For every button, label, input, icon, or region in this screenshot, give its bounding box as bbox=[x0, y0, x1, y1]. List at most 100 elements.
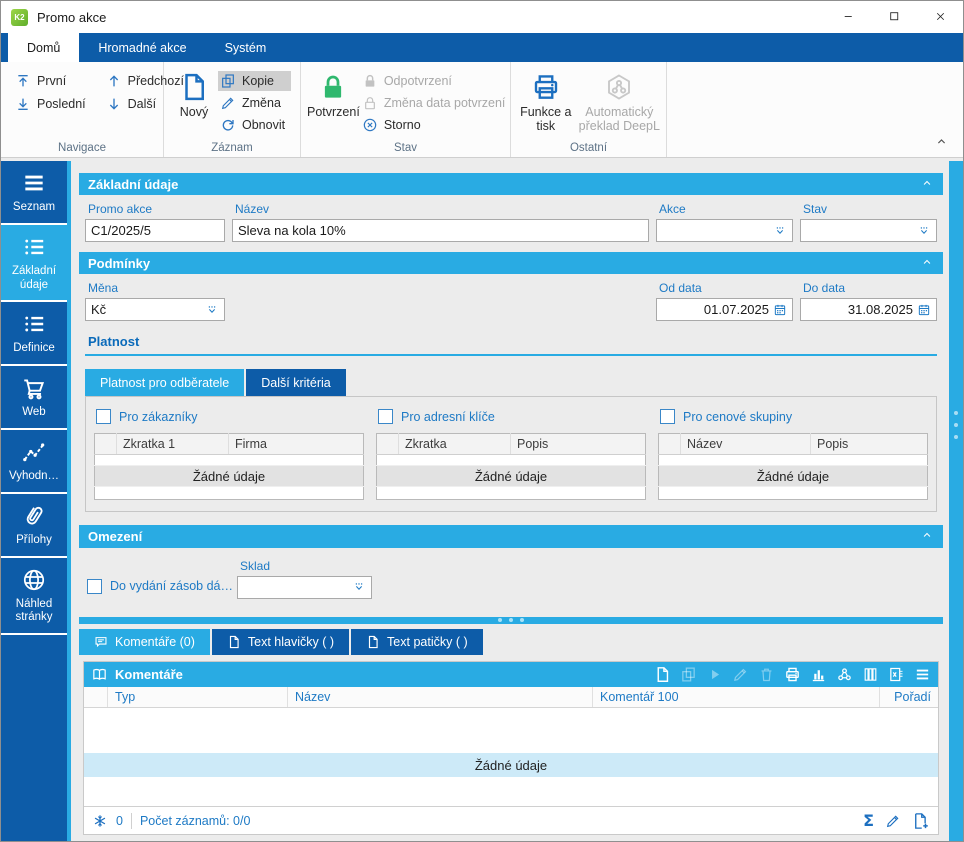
ribbon-tab-system[interactable]: Systém bbox=[206, 33, 286, 62]
tab-dalsi-kriteria[interactable]: Další kritéria bbox=[246, 369, 345, 396]
section-header-podminky[interactable]: Podmínky bbox=[79, 252, 943, 274]
excel-export-icon[interactable] bbox=[888, 666, 905, 683]
close-button[interactable] bbox=[917, 1, 963, 32]
sidebar-item-seznam[interactable]: Seznam bbox=[1, 161, 67, 225]
group-label-ostatni: Ostatní bbox=[511, 142, 666, 154]
tab-label: Text patičky ( ) bbox=[387, 635, 468, 649]
horizontal-splitter[interactable] bbox=[79, 617, 943, 624]
column-header[interactable]: Popis bbox=[511, 434, 646, 455]
empty-row bbox=[95, 487, 364, 500]
tab-komentare[interactable]: Komentáře (0) bbox=[79, 629, 210, 655]
relations-icon[interactable] bbox=[836, 666, 853, 683]
section-collapse-icon[interactable] bbox=[920, 528, 934, 545]
column-header[interactable]: Název bbox=[681, 434, 811, 455]
ribbon-tab-hromadne-akce[interactable]: Hromadné akce bbox=[79, 33, 205, 62]
column-header-typ[interactable]: Typ bbox=[108, 687, 288, 707]
maximize-button[interactable] bbox=[871, 1, 917, 32]
stav-dropdown[interactable] bbox=[800, 219, 937, 242]
column-header-komentar[interactable]: Komentář 100 bbox=[593, 687, 880, 707]
pro-cenove-skupiny-checkbox[interactable] bbox=[660, 409, 675, 424]
first-record-button[interactable]: První bbox=[13, 71, 92, 91]
tab-platnost-pro-odberatele[interactable]: Platnost pro odběratele bbox=[85, 369, 244, 396]
bottom-tab-bar: Komentáře (0) Text hlavičky ( ) Text pat… bbox=[79, 629, 943, 655]
vertical-scrollbar[interactable] bbox=[949, 161, 963, 841]
criteria-group-adresni-klice: Pro adresní klíče ZkratkaPopis Žádné úda… bbox=[376, 406, 646, 500]
row-selector-header bbox=[659, 434, 681, 455]
zakaznici-table[interactable]: Zkratka 1Firma Žádné údaje bbox=[94, 433, 364, 500]
run-icon bbox=[706, 666, 723, 683]
new-page-icon bbox=[179, 72, 209, 102]
ribbon-collapse-button[interactable] bbox=[934, 134, 949, 152]
tab-text-paticky[interactable]: Text patičky ( ) bbox=[351, 629, 483, 655]
calendar-icon[interactable] bbox=[773, 303, 787, 317]
functions-print-button[interactable]: Funkce a tisk bbox=[517, 67, 575, 137]
columns-icon[interactable] bbox=[862, 666, 879, 683]
tab-label: Platnost pro odběratele bbox=[100, 376, 229, 390]
snowflake-icon[interactable] bbox=[92, 813, 108, 829]
cancel-circle-icon bbox=[362, 117, 378, 133]
ribbon-tab-label: Systém bbox=[225, 41, 267, 55]
sidebar-item-vyhodnoceni[interactable]: Vyhodn… bbox=[1, 430, 67, 494]
chart-icon[interactable] bbox=[810, 666, 827, 683]
dropdown-icon[interactable] bbox=[352, 580, 366, 594]
print-icon[interactable] bbox=[784, 666, 801, 683]
section-collapse-icon[interactable] bbox=[920, 255, 934, 272]
sidebar-item-prilohy[interactable]: Přílohy bbox=[1, 494, 67, 558]
od-data-input[interactable]: 01.07.2025 bbox=[656, 298, 793, 321]
sidebar-item-definice[interactable]: Definice bbox=[1, 302, 67, 366]
sidebar-item-nahled-stranky[interactable]: Náhled stránky bbox=[1, 558, 67, 636]
group-label-navigace: Navigace bbox=[1, 142, 163, 154]
section-header-omezeni[interactable]: Omezení bbox=[79, 525, 943, 547]
page-icon bbox=[227, 635, 241, 649]
add-page-icon[interactable] bbox=[912, 812, 930, 830]
section-header-zakladni-udaje[interactable]: Základní údaje bbox=[79, 173, 943, 195]
maximize-icon bbox=[888, 10, 901, 23]
grid-menu-icon[interactable] bbox=[914, 666, 931, 683]
tab-text-hlavicky[interactable]: Text hlavičky ( ) bbox=[212, 629, 349, 655]
grid-body[interactable]: Žádné údaje bbox=[84, 708, 938, 806]
lock-filled-icon bbox=[362, 73, 378, 89]
minimize-button[interactable] bbox=[825, 1, 871, 32]
sklad-label: Sklad bbox=[240, 559, 372, 573]
column-header[interactable]: Popis bbox=[811, 434, 928, 455]
sidebar-item-web[interactable]: Web bbox=[1, 366, 67, 430]
promo-akce-input[interactable]: C1/2025/5 bbox=[85, 219, 225, 242]
sum-icon[interactable]: Σ bbox=[863, 811, 874, 830]
mena-dropdown[interactable]: Kč bbox=[85, 298, 225, 321]
new-record-icon[interactable] bbox=[654, 666, 671, 683]
lock-outline-icon bbox=[362, 95, 378, 111]
dropdown-icon[interactable] bbox=[917, 224, 931, 238]
akce-dropdown[interactable] bbox=[656, 219, 793, 242]
column-header-poradi[interactable]: Pořadí bbox=[880, 687, 938, 707]
ribbon-group-navigace: První Předchozí Poslední Další Navigace bbox=[1, 62, 164, 157]
column-header-nazev[interactable]: Název bbox=[288, 687, 593, 707]
confirm-button[interactable]: Potvrzení bbox=[307, 67, 360, 137]
cenove-skupiny-table[interactable]: NázevPopis Žádné údaje bbox=[658, 433, 928, 500]
adresni-klice-table[interactable]: ZkratkaPopis Žádné údaje bbox=[376, 433, 646, 500]
dropdown-icon[interactable] bbox=[773, 224, 787, 238]
calendar-icon[interactable] bbox=[917, 303, 931, 317]
pro-zakazniky-checkbox[interactable] bbox=[96, 409, 111, 424]
sklad-dropdown[interactable] bbox=[237, 576, 372, 599]
cancel-button[interactable]: Storno bbox=[360, 115, 512, 135]
edit-note-icon[interactable] bbox=[885, 813, 901, 829]
change-button[interactable]: Změna bbox=[218, 93, 291, 113]
sidebar-item-zakladni-udaje[interactable]: Základní údaje bbox=[1, 225, 67, 303]
nazev-input[interactable]: Sleva na kola 10% bbox=[232, 219, 649, 242]
dropdown-icon[interactable] bbox=[205, 303, 219, 317]
list-detail-icon bbox=[21, 234, 47, 260]
platnost-tabs: Platnost pro odběratele Další kritéria bbox=[85, 369, 937, 396]
new-button[interactable]: Nový bbox=[170, 67, 218, 137]
last-record-button[interactable]: Poslední bbox=[13, 94, 92, 114]
column-header[interactable]: Firma bbox=[229, 434, 364, 455]
column-header[interactable]: Zkratka bbox=[399, 434, 511, 455]
do-vydani-zasob-checkbox[interactable] bbox=[87, 579, 102, 594]
ribbon-tab-domu[interactable]: Domů bbox=[8, 33, 79, 62]
pro-adresni-klice-checkbox[interactable] bbox=[378, 409, 393, 424]
section-collapse-icon[interactable] bbox=[920, 176, 934, 193]
column-header[interactable]: Zkratka 1 bbox=[117, 434, 229, 455]
refresh-button[interactable]: Obnovit bbox=[218, 115, 291, 135]
do-data-input[interactable]: 31.08.2025 bbox=[800, 298, 937, 321]
sidebar-item-label: Přílohy bbox=[16, 534, 52, 548]
copy-button[interactable]: Kopie bbox=[218, 71, 291, 91]
